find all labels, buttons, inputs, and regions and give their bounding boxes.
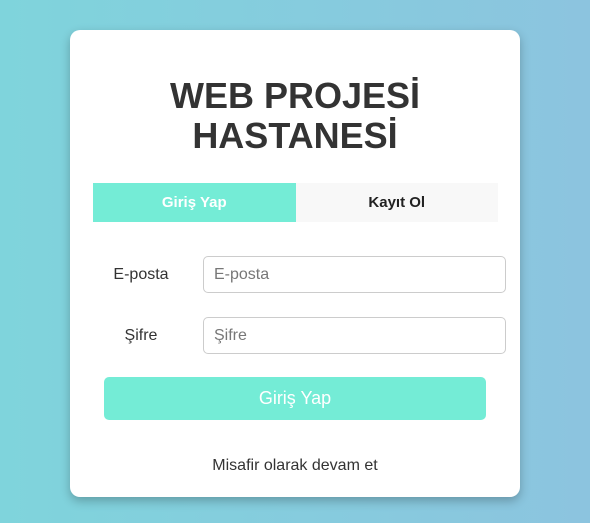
tab-register[interactable]: Kayıt Ol xyxy=(296,183,499,222)
guest-link[interactable]: Misafir olarak devam et xyxy=(70,457,520,475)
email-row: E-posta xyxy=(70,256,520,293)
email-field[interactable] xyxy=(203,256,506,293)
password-label: Şifre xyxy=(124,327,158,344)
password-row: Şifre xyxy=(70,317,520,354)
auth-tabs: Giriş Yap Kayıt Ol xyxy=(93,183,498,222)
page-title: WEB PROJESİ HASTANESİ xyxy=(70,76,520,156)
email-label: E-posta xyxy=(113,266,169,283)
title-line-1: WEB PROJESİ xyxy=(169,75,421,116)
login-card: WEB PROJESİ HASTANESİ Giriş Yap Kayıt Ol… xyxy=(70,30,520,497)
tab-login[interactable]: Giriş Yap xyxy=(93,183,296,222)
password-field[interactable] xyxy=(203,317,506,354)
login-button[interactable]: Giriş Yap xyxy=(104,377,486,420)
title-line-2: HASTANESİ xyxy=(192,115,398,156)
